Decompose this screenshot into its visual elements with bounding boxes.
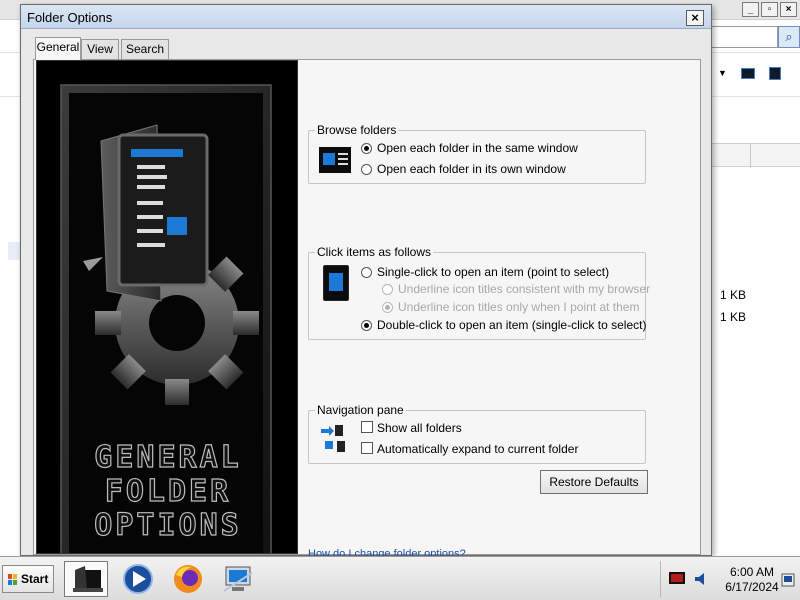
- artwork-caption-line: FOLDER: [104, 474, 232, 509]
- folder-options-icon: [73, 566, 103, 592]
- tab-search[interactable]: Search: [121, 39, 169, 59]
- background-toolbar: ▼: [710, 60, 800, 90]
- taskbar: Start 6:00 AM 6/17/2024: [0, 556, 800, 600]
- file-size: 1 KB: [720, 288, 747, 302]
- same-window-label[interactable]: Open each folder in the same window: [377, 141, 578, 155]
- own-window-label[interactable]: Open each folder in its own window: [377, 162, 566, 176]
- click-items-icon: [323, 265, 349, 301]
- system-tray: 6:00 AM 6/17/2024: [660, 561, 800, 597]
- restore-button[interactable]: ▫: [761, 2, 778, 17]
- clock-date: 6/17/2024: [725, 580, 779, 594]
- artwork-caption: GENERAL FOLDER OPTIONS: [37, 440, 297, 543]
- start-button[interactable]: Start: [2, 565, 54, 593]
- column-header[interactable]: [712, 143, 800, 168]
- show-desktop-icon[interactable]: [781, 573, 795, 587]
- taskbar-media-player-button[interactable]: [116, 561, 160, 597]
- tray-monitor-icon[interactable]: [669, 572, 685, 586]
- tab-general[interactable]: General: [35, 37, 81, 60]
- search-icon[interactable]: ⌕: [778, 26, 800, 48]
- own-window-radio[interactable]: [361, 164, 372, 175]
- dropdown-arrow-icon[interactable]: ▼: [718, 68, 727, 78]
- click-items-label: Click items as follows: [315, 245, 434, 259]
- single-click-radio[interactable]: [361, 267, 372, 278]
- click-items-group: Click items as follows Single-click to o…: [308, 245, 650, 340]
- close-button[interactable]: ×: [780, 2, 797, 17]
- file-size: 1 KB: [720, 310, 747, 324]
- underline-consistent-radio[interactable]: [382, 284, 393, 295]
- auto-expand-checkbox[interactable]: [361, 442, 373, 454]
- taskbar-network-button[interactable]: [216, 561, 260, 597]
- taskbar-explorer-button[interactable]: [64, 561, 108, 597]
- double-click-radio[interactable]: [361, 320, 372, 331]
- general-folder-options-artwork: GENERAL FOLDER OPTIONS: [36, 60, 298, 554]
- tab-view[interactable]: View: [81, 39, 119, 59]
- minimize-button[interactable]: _: [742, 2, 759, 17]
- clock-time: 6:00 AM: [729, 565, 775, 579]
- view-icon[interactable]: [741, 68, 755, 79]
- firefox-icon: [174, 565, 202, 593]
- address-bar[interactable]: [710, 26, 778, 48]
- navigation-pane-icon: [321, 425, 345, 452]
- underline-consistent-label[interactable]: Underline icon titles consistent with my…: [398, 282, 650, 296]
- double-click-label[interactable]: Double-click to open an item (single-cli…: [377, 318, 646, 332]
- dialog-close-button[interactable]: ×: [686, 10, 704, 26]
- start-logo-icon: [8, 574, 17, 585]
- clock[interactable]: 6:00 AM 6/17/2024: [721, 565, 783, 595]
- general-tab-panel: GENERAL FOLDER OPTIONS Browse folders Op…: [33, 59, 701, 560]
- dialog-title: Folder Options: [27, 10, 113, 25]
- browse-folders-label: Browse folders: [315, 123, 399, 137]
- auto-expand-label[interactable]: Automatically expand to current folder: [377, 442, 578, 456]
- single-click-label[interactable]: Single-click to open an item (point to s…: [377, 265, 609, 279]
- folder-options-dialog: Folder Options × General View Search GEN…: [20, 4, 712, 560]
- artwork-caption-line: OPTIONS: [94, 508, 242, 543]
- show-all-folders-label[interactable]: Show all folders: [377, 421, 462, 435]
- dialog-titlebar: Folder Options ×: [21, 5, 711, 29]
- artwork-caption-line: GENERAL: [94, 440, 242, 475]
- same-window-radio[interactable]: [361, 143, 372, 154]
- browse-folders-group: Browse folders Open each folder in the s…: [308, 123, 646, 184]
- tray-volume-icon[interactable]: [693, 571, 709, 587]
- underline-point-radio[interactable]: [382, 302, 393, 313]
- preview-pane-icon[interactable]: [769, 67, 781, 80]
- media-player-icon: [123, 564, 153, 594]
- underline-point-label[interactable]: Underline icon titles only when I point …: [398, 300, 639, 314]
- restore-defaults-button[interactable]: Restore Defaults: [540, 470, 648, 494]
- network-computer-icon: [223, 566, 253, 592]
- show-all-folders-checkbox[interactable]: [361, 421, 373, 433]
- navigation-pane-group: Navigation pane Show all folders Automat…: [308, 403, 646, 464]
- taskbar-firefox-button[interactable]: [166, 561, 210, 597]
- browse-folders-icon: [319, 147, 351, 173]
- navigation-pane-label: Navigation pane: [315, 403, 406, 417]
- start-label: Start: [21, 572, 49, 586]
